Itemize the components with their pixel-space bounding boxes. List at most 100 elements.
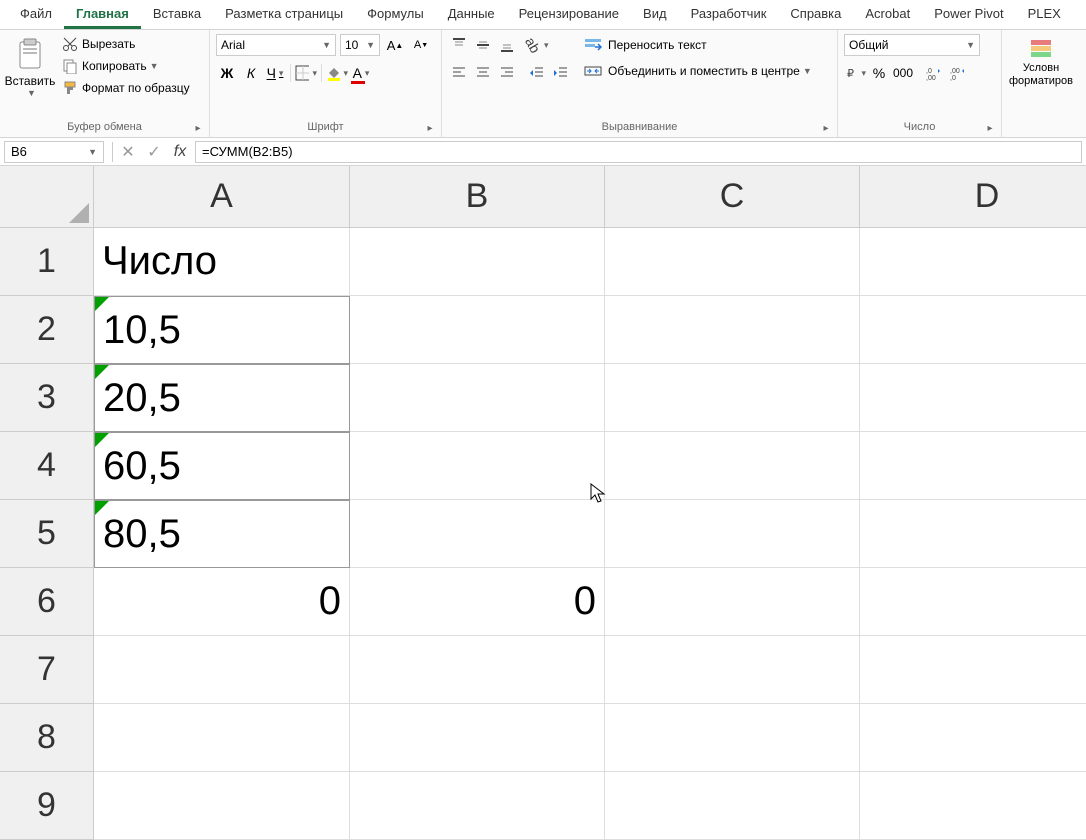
row-header-6[interactable]: 6 <box>0 568 94 636</box>
row-header-1[interactable]: 1 <box>0 228 94 296</box>
row-header-2[interactable]: 2 <box>0 296 94 364</box>
align-center-button[interactable] <box>472 62 494 84</box>
accept-formula-button[interactable]: ✓ <box>143 141 165 163</box>
bold-button[interactable]: Ж <box>216 62 238 84</box>
cell-D8[interactable] <box>860 704 1086 772</box>
cell-C2[interactable] <box>605 296 860 364</box>
percent-button[interactable]: % <box>868 62 890 84</box>
font-size-combo[interactable]: 10▼ <box>340 34 380 56</box>
cell-C8[interactable] <box>605 704 860 772</box>
column-header-C[interactable]: C <box>605 166 860 228</box>
tab-acrobat[interactable]: Acrobat <box>853 0 922 29</box>
cell-D2[interactable] <box>860 296 1086 364</box>
conditional-formatting-button[interactable]: Условнформатиров <box>1008 34 1074 88</box>
italic-button[interactable]: К <box>240 62 262 84</box>
align-middle-button[interactable] <box>472 34 494 56</box>
row-header-3[interactable]: 3 <box>0 364 94 432</box>
cell-B8[interactable] <box>350 704 605 772</box>
tab-file[interactable]: Файл <box>8 0 64 29</box>
align-left-button[interactable] <box>448 62 470 84</box>
borders-button[interactable]: ▾ <box>295 62 317 84</box>
wrap-text-button[interactable]: Переносить текст <box>580 34 816 56</box>
merge-center-button[interactable]: Объединить и поместить в центре ▼ <box>580 60 816 82</box>
cell-D9[interactable] <box>860 772 1086 840</box>
cell-B2[interactable] <box>350 296 605 364</box>
cell-C7[interactable] <box>605 636 860 704</box>
font-name-combo[interactable]: Arial▼ <box>216 34 336 56</box>
cell-B4[interactable] <box>350 432 605 500</box>
cut-button[interactable]: Вырезать <box>58 34 194 54</box>
cell-B9[interactable] <box>350 772 605 840</box>
tab-insert[interactable]: Вставка <box>141 0 213 29</box>
cell-D6[interactable] <box>860 568 1086 636</box>
orientation-button[interactable]: ab▾ <box>526 34 548 56</box>
cell-C4[interactable] <box>605 432 860 500</box>
column-header-D[interactable]: D <box>860 166 1086 228</box>
cell-A7[interactable] <box>94 636 350 704</box>
decrease-decimal-button[interactable]: ,00,0 <box>946 62 968 84</box>
number-launcher[interactable]: ▸ <box>983 121 997 135</box>
format-painter-button[interactable]: Формат по образцу <box>58 78 194 98</box>
alignment-launcher[interactable]: ▸ <box>819 121 833 135</box>
column-header-B[interactable]: B <box>350 166 605 228</box>
tab-home[interactable]: Главная <box>64 0 141 29</box>
formula-input[interactable]: =СУММ(B2:B5) <box>195 141 1082 163</box>
tab-view[interactable]: Вид <box>631 0 679 29</box>
row-header-9[interactable]: 9 <box>0 772 94 840</box>
cell-D7[interactable] <box>860 636 1086 704</box>
cell-B1[interactable] <box>350 228 605 296</box>
insert-function-button[interactable]: fx <box>169 141 191 163</box>
clipboard-launcher[interactable]: ▸ <box>191 121 205 135</box>
decrease-font-button[interactable]: A▼ <box>410 34 432 56</box>
increase-decimal-button[interactable]: ,0,00 <box>922 62 944 84</box>
comma-button[interactable]: 000 <box>892 62 914 84</box>
paste-button[interactable]: Вставить ▼ <box>6 34 54 98</box>
underline-button[interactable]: Ч▾ <box>264 62 286 84</box>
cell-D3[interactable] <box>860 364 1086 432</box>
cell-D4[interactable] <box>860 432 1086 500</box>
name-box[interactable]: B6 ▼ <box>4 141 104 163</box>
cell-A8[interactable] <box>94 704 350 772</box>
cell-B5[interactable] <box>350 500 605 568</box>
tab-developer[interactable]: Разработчик <box>679 0 779 29</box>
cell-C1[interactable] <box>605 228 860 296</box>
currency-button[interactable]: ₽▾ <box>844 62 866 84</box>
cell-B6[interactable]: 0 <box>350 568 605 636</box>
cell-C9[interactable] <box>605 772 860 840</box>
column-header-A[interactable]: A <box>94 166 350 228</box>
row-header-4[interactable]: 4 <box>0 432 94 500</box>
fill-color-button[interactable]: ▾ <box>326 62 348 84</box>
tab-help[interactable]: Справка <box>778 0 853 29</box>
font-color-button[interactable]: A▾ <box>350 62 372 84</box>
cell-A5[interactable]: 80,5 <box>94 500 350 568</box>
tab-formulas[interactable]: Формулы <box>355 0 436 29</box>
cell-C6[interactable] <box>605 568 860 636</box>
cell-A4[interactable]: 60,5 <box>94 432 350 500</box>
cell-A6[interactable]: 0 <box>94 568 350 636</box>
row-header-7[interactable]: 7 <box>0 636 94 704</box>
cancel-formula-button[interactable]: ✕ <box>117 141 139 163</box>
align-right-button[interactable] <box>496 62 518 84</box>
align-top-button[interactable] <box>448 34 470 56</box>
tab-review[interactable]: Рецензирование <box>507 0 631 29</box>
cell-C5[interactable] <box>605 500 860 568</box>
row-header-8[interactable]: 8 <box>0 704 94 772</box>
row-header-5[interactable]: 5 <box>0 500 94 568</box>
font-launcher[interactable]: ▸ <box>423 121 437 135</box>
cell-D1[interactable] <box>860 228 1086 296</box>
tab-page-layout[interactable]: Разметка страницы <box>213 0 355 29</box>
align-bottom-button[interactable] <box>496 34 518 56</box>
tab-data[interactable]: Данные <box>436 0 507 29</box>
increase-indent-button[interactable] <box>550 62 572 84</box>
copy-button[interactable]: Копировать ▼ <box>58 56 194 76</box>
cell-A1[interactable]: Число <box>94 228 350 296</box>
cell-C3[interactable] <box>605 364 860 432</box>
increase-font-button[interactable]: A▲ <box>384 34 406 56</box>
cell-A2[interactable]: 10,5 <box>94 296 350 364</box>
tab-plex[interactable]: PLEX <box>1016 0 1073 29</box>
select-all-corner[interactable] <box>0 166 94 228</box>
cell-B7[interactable] <box>350 636 605 704</box>
cell-A3[interactable]: 20,5 <box>94 364 350 432</box>
tab-powerpivot[interactable]: Power Pivot <box>922 0 1015 29</box>
cell-B3[interactable] <box>350 364 605 432</box>
